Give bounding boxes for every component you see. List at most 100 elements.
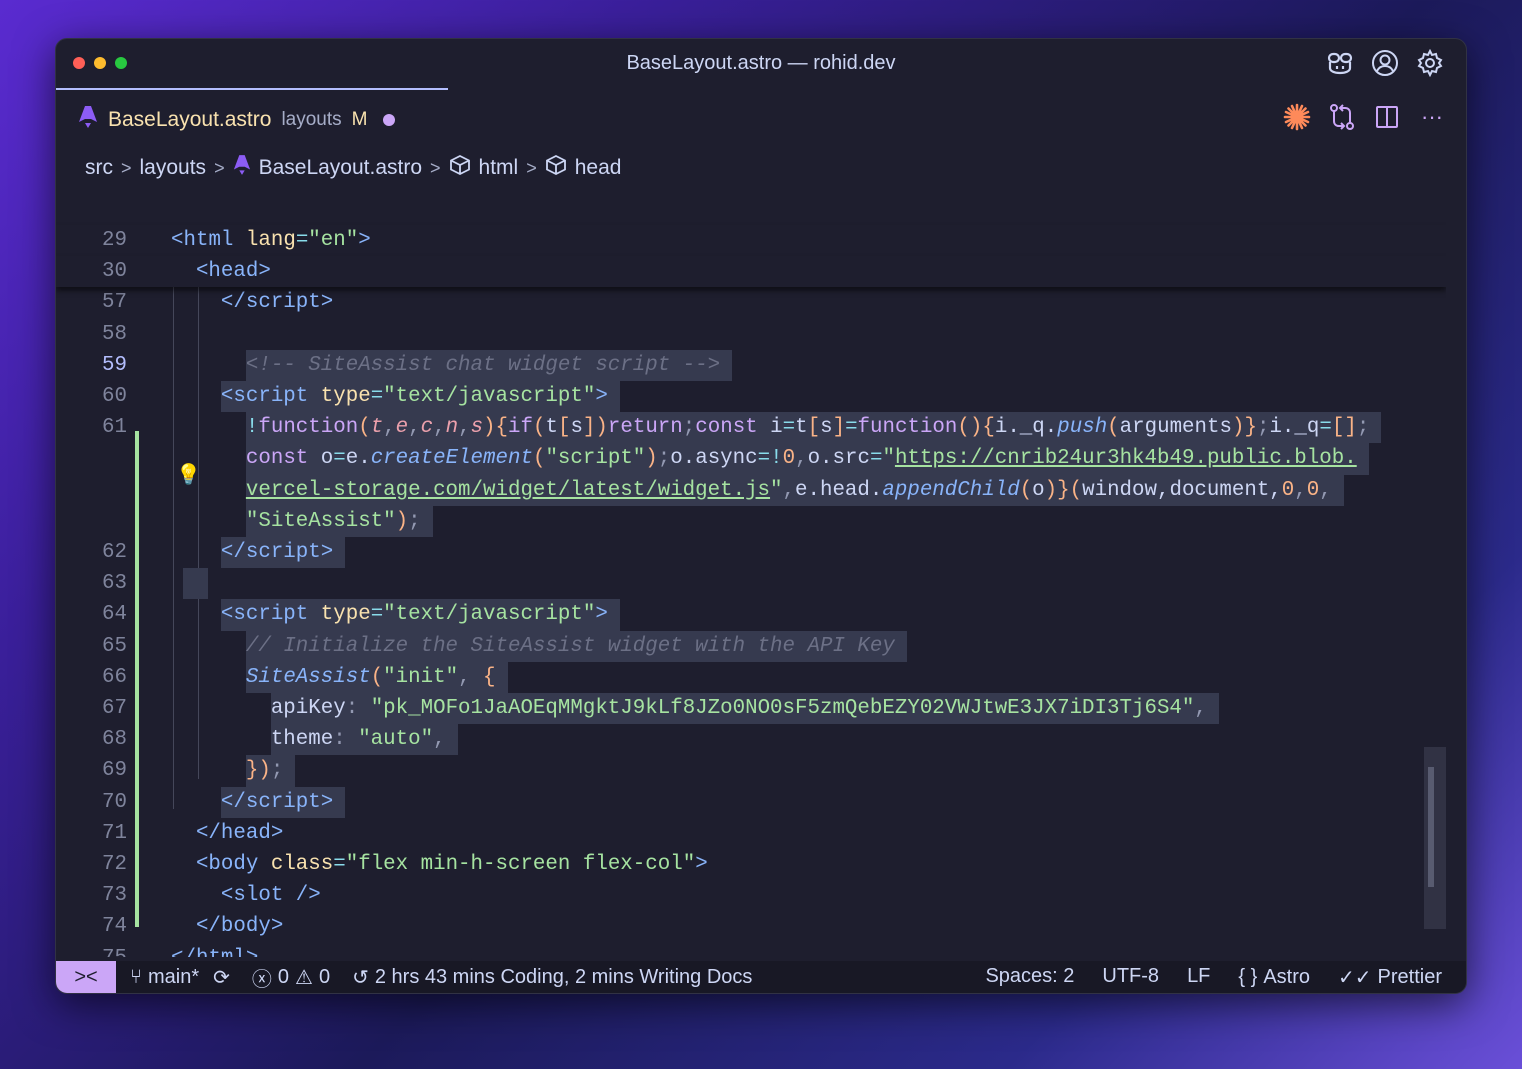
line-number: 73	[56, 880, 127, 911]
code-line[interactable]: 30<head>	[56, 256, 1446, 287]
code-token: >	[595, 603, 607, 626]
code-token: const	[246, 447, 308, 470]
code-token: ,	[433, 728, 445, 751]
code-line[interactable]: 63	[56, 568, 1446, 599]
code-token: theme	[271, 728, 333, 751]
language-mode[interactable]: { }Astro	[1238, 965, 1310, 990]
tab-baselayout[interactable]: BaseLayout.astro layouts M	[56, 88, 448, 150]
breadcrumb-file[interactable]: BaseLayout.astro	[259, 156, 422, 180]
braces-icon: { }	[1238, 966, 1257, 989]
settings-gear-icon[interactable]	[1416, 49, 1444, 77]
code-token: o.src	[808, 447, 870, 470]
code-token: )	[396, 510, 408, 533]
wakatime-indicator[interactable]: ↺2 hrs 43 mins Coding, 2 mins Writing Do…	[352, 965, 752, 990]
code-token: </html>	[171, 947, 258, 957]
breadcrumb-src[interactable]: src	[85, 156, 113, 180]
code-line[interactable]: 71</head>	[56, 818, 1446, 849]
line-number: 58	[56, 319, 127, 350]
breadcrumb-head[interactable]: head	[575, 156, 622, 180]
code-line[interactable]: 75 </html>	[56, 943, 1446, 957]
compare-changes-icon[interactable]	[1328, 103, 1356, 131]
encoding-setting[interactable]: UTF-8	[1102, 965, 1159, 990]
code-editor[interactable]: 💡 29<html lang="en">30<head>57</script>5…	[56, 187, 1446, 957]
code-token: (	[533, 447, 545, 470]
code-token: >	[695, 853, 707, 876]
code-token: {	[483, 666, 495, 689]
code-line[interactable]: 64<script type="text/javascript">	[56, 599, 1446, 630]
code-token: <slot />	[221, 884, 321, 907]
code-line[interactable]: 60<script type="text/javascript">	[56, 381, 1446, 412]
remote-indicator-icon[interactable]: ><	[56, 961, 116, 993]
window-title: BaseLayout.astro — rohid.dev	[56, 52, 1466, 75]
code-token: <script	[221, 385, 308, 408]
code-line[interactable]: const o=e.createElement("script");o.asyn…	[56, 443, 1446, 474]
code-token: lang	[246, 229, 296, 252]
chevron-right-icon: >	[430, 158, 441, 179]
eol-setting[interactable]: LF	[1187, 965, 1210, 990]
code-line[interactable]: 69});	[56, 755, 1446, 786]
code-token: ()	[957, 416, 982, 439]
code-token: =	[371, 385, 383, 408]
breadcrumb-layouts[interactable]: layouts	[140, 156, 207, 180]
code-token: =	[333, 447, 345, 470]
code-line[interactable]: 62</script>	[56, 537, 1446, 568]
code-token: =	[371, 603, 383, 626]
code-token: class	[271, 853, 333, 876]
branch-indicator[interactable]: ⑂main*⟳	[130, 965, 230, 990]
lightbulb-icon[interactable]: 💡	[176, 462, 201, 488]
code-token: "text/javascript"	[383, 603, 595, 626]
formatter-indicator[interactable]: ✓✓Prettier	[1338, 965, 1442, 990]
code-line[interactable]: "SiteAssist");	[56, 506, 1446, 537]
code-token: }	[1244, 416, 1256, 439]
line-number: 29	[56, 225, 127, 256]
more-actions-icon[interactable]: ···	[1418, 103, 1446, 131]
error-count: 0	[278, 966, 289, 989]
code-line[interactable]: 57</script>	[56, 287, 1446, 318]
code-line[interactable]: vercel-storage.com/widget/latest/widget.…	[56, 475, 1446, 506]
line-number: 71	[56, 818, 127, 849]
line-number: 74	[56, 911, 127, 942]
editor-window: BaseLayout.astro — rohid.dev BaseLayout.…	[55, 38, 1467, 994]
code-token: 0	[1282, 479, 1294, 502]
code-token: </script>	[221, 291, 333, 314]
code-line[interactable]: 68theme: "auto",	[56, 724, 1446, 755]
code-line[interactable]: 70</script>	[56, 787, 1446, 818]
code-token: >	[595, 385, 607, 408]
code-token: c	[421, 416, 433, 439]
unsaved-dot-icon[interactable]	[383, 114, 395, 126]
code-token: =	[333, 853, 345, 876]
code-token: ;	[683, 416, 695, 439]
split-editor-icon[interactable]	[1373, 103, 1401, 131]
indentation-setting[interactable]: Spaces: 2	[985, 965, 1074, 990]
copilot-icon[interactable]	[1326, 49, 1354, 77]
code-line[interactable]: 67apiKey: "pk_MOFo1JaAOEqMMgktJ9kLf8JZo0…	[56, 693, 1446, 724]
code-token: =	[845, 416, 857, 439]
code-token: )	[645, 447, 657, 470]
code-token: </body>	[196, 915, 283, 938]
breadcrumb-html[interactable]: html	[479, 156, 519, 180]
account-icon[interactable]	[1371, 49, 1399, 77]
claude-icon[interactable]	[1283, 103, 1311, 131]
sync-icon[interactable]: ⟳	[213, 965, 230, 990]
code-line[interactable]: 66SiteAssist("init", {	[56, 662, 1446, 693]
code-line[interactable]: 74 </body>	[56, 911, 1446, 942]
code-line[interactable]: 73 <slot />	[56, 880, 1446, 911]
line-number: 72	[56, 849, 127, 880]
code-line[interactable]: 61!function(t,e,c,n,s){if(t[s])return;co…	[56, 412, 1446, 443]
code-line[interactable]: 58	[56, 319, 1446, 350]
code-token: // Initialize the SiteAssist widget with…	[246, 635, 895, 658]
problems-indicator[interactable]: ⓧ0⚠0	[252, 963, 330, 992]
code-line[interactable]: 72<body class="flex min-h-screen flex-co…	[56, 849, 1446, 880]
git-branch-icon: ⑂	[130, 966, 142, 989]
code-token: []	[1332, 416, 1357, 439]
code-token: ;	[1257, 416, 1269, 439]
code-token: 0	[1307, 479, 1319, 502]
code-token: !	[246, 416, 258, 439]
code-line[interactable]: 65// Initialize the SiteAssist widget wi…	[56, 631, 1446, 662]
code-token: ,	[783, 479, 795, 502]
line-number: 75	[56, 943, 127, 957]
code-line[interactable]: 29<html lang="en">	[56, 225, 1446, 256]
code-line[interactable]: 59<!-- SiteAssist chat widget script -->	[56, 350, 1446, 381]
code-token: (	[1020, 479, 1032, 502]
code-token: =!	[758, 447, 783, 470]
